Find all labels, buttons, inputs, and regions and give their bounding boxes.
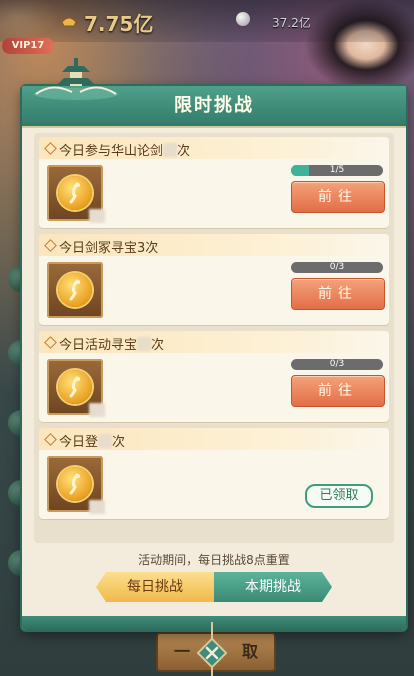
go-button[interactable]: 前往	[291, 375, 385, 407]
bottom-button-left-text: 一	[174, 642, 191, 661]
task-header: 今日活动寻宝次	[39, 331, 389, 353]
reward-item[interactable]	[47, 262, 103, 318]
task-progress-bar: 1/5	[291, 165, 383, 176]
progress-text: 0/3	[329, 262, 345, 272]
task-card: 今日登次 已领取	[39, 428, 389, 519]
task-header: 今日登次	[39, 428, 389, 450]
claimed-badge: 已领取	[305, 484, 373, 508]
vip-badge: VIP17	[2, 38, 54, 54]
bottom-button-right-text: 取	[241, 642, 258, 661]
task-card: 今日参与华山论剑次 1/5 前往	[39, 137, 389, 228]
reward-count-blurred	[89, 500, 105, 514]
task-title: 今日剑冢寻宝3次	[59, 241, 159, 256]
task-title: 今日登次	[59, 434, 126, 450]
go-button[interactable]: 前往	[291, 278, 385, 310]
task-card: 今日剑冢寻宝3次 0/3 前往	[39, 234, 389, 325]
reset-note: 活动期间，每日挑战8点重置	[138, 553, 290, 567]
diamond-bullet-icon	[44, 336, 57, 349]
close-icon[interactable]	[197, 638, 227, 668]
task-header: 今日参与华山论剑次	[39, 137, 389, 159]
silver-coin-icon	[236, 12, 250, 26]
go-button[interactable]: 前往	[291, 181, 385, 213]
diamond-bullet-icon	[44, 239, 57, 252]
task-title: 今日活动寻宝次	[59, 337, 165, 353]
challenge-tabs: 每日挑战 本期挑战	[96, 572, 332, 602]
task-list: 今日参与华山论剑次 1/5 前往 今日剑冢寻宝3次 0/3 前往 今日活动寻宝 …	[34, 133, 394, 543]
gold-coin-icon	[58, 273, 92, 307]
task-header: 今日剑冢寻宝3次	[39, 234, 389, 256]
gold-coin-icon	[58, 467, 92, 501]
diamond-bullet-icon	[44, 142, 57, 155]
limited-challenge-dialog: 限时挑战 今日参与华山论剑次 1/5 前往 今日剑冢寻宝3次 0/3 前往 今日…	[22, 58, 406, 630]
reward-count-blurred	[89, 403, 105, 417]
progress-text: 1/5	[329, 165, 345, 175]
reward-count-blurred	[89, 209, 105, 223]
task-progress-bar: 0/3	[291, 359, 383, 370]
dialog-title: 限时挑战	[174, 95, 254, 116]
gold-amount: 7.75亿	[84, 12, 154, 36]
gold-coin-icon	[58, 176, 92, 210]
diamond-bullet-icon	[44, 433, 57, 446]
dialog-header: 限时挑战	[22, 58, 406, 128]
dialog-bottom-border	[22, 616, 406, 630]
task-card: 今日活动寻宝次 0/3 前往	[39, 331, 389, 422]
task-title: 今日参与华山论剑次	[59, 143, 191, 159]
progress-text: 0/3	[329, 359, 345, 369]
tab-daily-challenge[interactable]: 每日挑战	[96, 572, 214, 602]
gold-ingot-icon	[61, 17, 77, 27]
tab-period-challenge[interactable]: 本期挑战	[214, 572, 332, 602]
gold-coin-icon	[58, 370, 92, 404]
task-progress-bar: 0/3	[291, 262, 383, 273]
silver-amount: 37.2亿	[272, 16, 311, 30]
